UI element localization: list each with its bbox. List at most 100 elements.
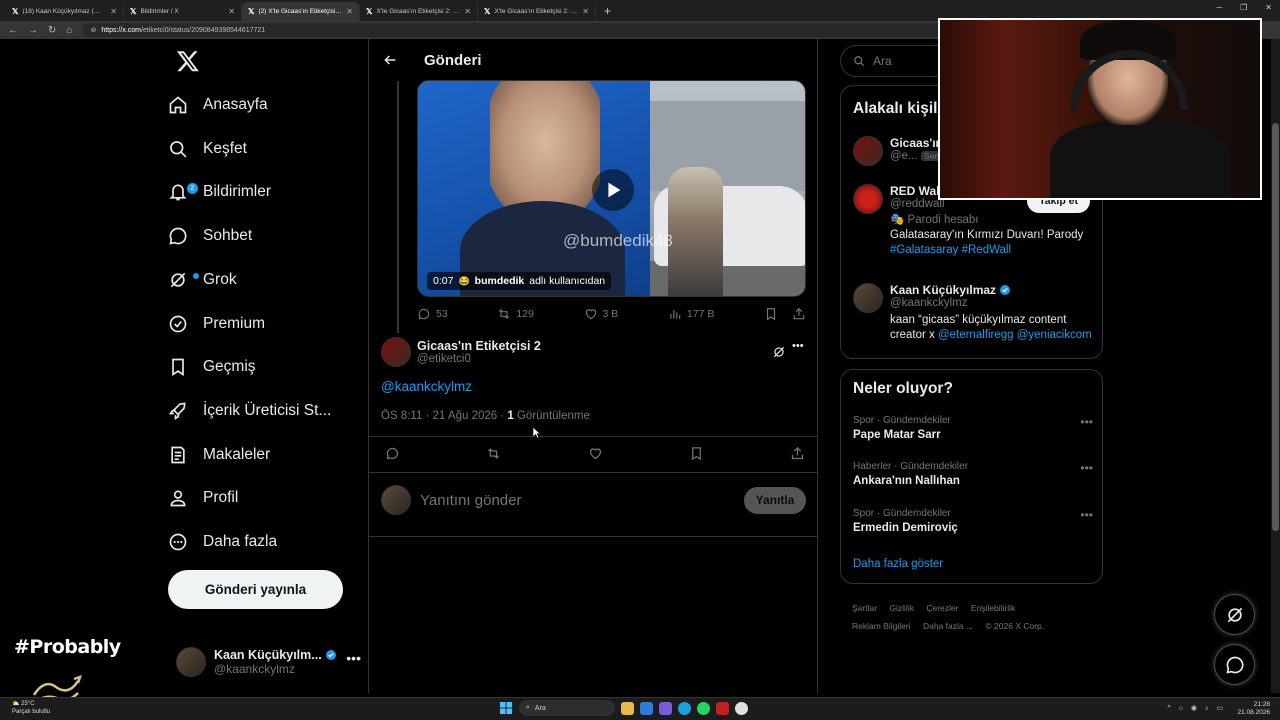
app-icon[interactable] [716, 701, 729, 715]
page-title: Gönderi [424, 51, 482, 69]
whatsapp-icon[interactable] [697, 701, 710, 715]
system-tray-icons[interactable]: ^ ⌂ ◉ ♪ ▭ [1167, 704, 1226, 712]
tweet-body-mention[interactable]: @kaankckylmz [381, 379, 472, 394]
grok-fab[interactable] [1214, 594, 1255, 635]
more-horizontal-icon[interactable]: ••• [1080, 415, 1093, 429]
nav-item-explore[interactable]: Keşfet [168, 131, 247, 167]
nav-item-notifications[interactable]: 2 Bildirimler [168, 174, 271, 210]
more-horizontal-icon[interactable]: ••• [792, 340, 804, 352]
views-action[interactable]: 177 B [668, 307, 714, 321]
reply-input[interactable]: Yanıtını gönder [420, 492, 735, 509]
obs-icon[interactable] [735, 701, 748, 715]
nav-item-bookmarks[interactable]: Geçmiş [168, 349, 256, 385]
trend-item[interactable]: Spor · Gündemdekiler Pape Matar Sarr ••• [853, 415, 1093, 441]
forward-icon[interactable]: → [28, 25, 38, 36]
avatar[interactable] [381, 337, 411, 367]
taskbar-clock[interactable]: 21:28 21.08.2026 [1237, 701, 1270, 717]
footer-link[interactable]: Erişilebilirlik [971, 603, 1015, 613]
windows-start-icon[interactable] [500, 701, 513, 715]
nav-item-creator-studio[interactable]: İçerik Üreticisi St... [168, 393, 331, 429]
x-favicon-icon: 𝕏 [12, 7, 19, 16]
x-logo-icon[interactable] [176, 49, 200, 73]
reply-button[interactable]: Yanıtla [744, 486, 806, 514]
nav-item-home[interactable]: Anasayfa [168, 87, 268, 123]
video-player[interactable]: @bumdedik48 0:07 😂 bumdedik adlı kullanı… [417, 80, 806, 297]
weather-widget[interactable]: ⛅ 25°C Parçalı bulutlu [12, 700, 50, 716]
more-horizontal-icon[interactable]: ••• [1080, 461, 1093, 475]
footer-link[interactable]: Şartlar [852, 603, 877, 613]
footer-link[interactable]: Çerezler [926, 603, 958, 613]
footer-link[interactable]: Daha fazla ... [923, 621, 973, 631]
back-icon[interactable]: ← [8, 25, 18, 36]
heart-icon [585, 309, 596, 320]
close-icon[interactable]: ✕ [110, 7, 117, 16]
close-icon[interactable]: ✕ [346, 7, 353, 16]
bookmark-icon[interactable] [689, 446, 704, 461]
close-icon[interactable]: ✕ [582, 7, 589, 16]
edge-icon[interactable] [678, 701, 691, 715]
nav-item-articles[interactable]: Makaleler [168, 437, 270, 473]
bookmark-icon[interactable] [764, 307, 778, 321]
nav-item-premium[interactable]: Premium [168, 306, 265, 342]
heart-icon[interactable] [588, 446, 603, 461]
close-window-icon[interactable]: ✕ [1265, 3, 1272, 12]
home-icon[interactable]: ⌂ [66, 25, 72, 36]
browser-tab[interactable]: 𝕏 Bildirimler / X ✕ [124, 2, 242, 21]
store-icon[interactable] [640, 701, 653, 715]
maximize-icon[interactable]: ❐ [1240, 3, 1247, 12]
card-title: Neler oluyor? [853, 380, 953, 397]
trend-item[interactable]: Spor · Gündemdekiler Ermedin Demiroviç •… [853, 508, 1093, 534]
grok-icon[interactable] [772, 345, 786, 359]
browser-tab-active[interactable]: 𝕏(2) X'te Gicaas'ın Etiketçisi 2: "@ka✕ [242, 2, 360, 21]
show-more-link[interactable]: Daha fazla göster [853, 558, 943, 570]
browser-tab[interactable]: 𝕏(18) Kaan Küçükyılmaz (@kaankc✕ [6, 2, 124, 21]
back-arrow-icon[interactable] [382, 52, 398, 68]
footer-links: Şartlar Gizlilik Çerezler Erişilebilirli… [852, 599, 1092, 635]
repost-action[interactable]: 129 [497, 307, 534, 321]
file-explorer-icon[interactable] [621, 701, 634, 715]
close-icon[interactable]: ✕ [464, 7, 471, 16]
author-name[interactable]: Gicaas'ın Etiketçisi 2 [417, 339, 541, 353]
messages-fab[interactable] [1214, 644, 1255, 685]
avatar [176, 647, 206, 677]
bio-hashtags[interactable]: #Galatasaray #RedWall [890, 244, 1011, 256]
repost-icon[interactable] [486, 446, 501, 461]
more-horizontal-icon[interactable]: ••• [1080, 508, 1093, 522]
footer-link[interactable]: Reklam Bilgileri [852, 621, 911, 631]
reply-icon[interactable] [385, 446, 400, 461]
url-field[interactable]: ⊜ https://x.com/etiketci0/status/2090849… [82, 23, 963, 37]
site-info-icon[interactable]: ⊜ [90, 26, 96, 34]
new-tab-icon[interactable]: + [596, 2, 619, 21]
video-person [668, 167, 723, 296]
tweet-timestamp[interactable]: ÖS 8:11 · 21 Ağu 2026 · [381, 410, 507, 422]
author-handle[interactable]: @etiketci0 [417, 353, 541, 365]
close-icon[interactable]: ✕ [228, 7, 235, 16]
like-action[interactable]: 3 B [584, 307, 618, 321]
browser-tab[interactable]: 𝕏X'te Gicaas'ın Etiketçisi 2: "@vubb ✕ [478, 2, 596, 21]
nav-item-grok[interactable]: Grok [168, 262, 237, 298]
account-switcher[interactable]: Kaan Küçükyılm... @kaankckylmz ••• [176, 644, 361, 680]
footer-link[interactable]: Gizlilik [889, 603, 914, 613]
person-handle-row: @e... Seni [890, 150, 944, 162]
bio-links[interactable]: @eternalfiregg @yeniacikcom [938, 329, 1092, 341]
scrollbar-thumb[interactable] [1272, 123, 1279, 531]
nav-item-chat[interactable]: Sohbet [168, 218, 252, 254]
more-horizontal-icon[interactable]: ••• [346, 650, 361, 666]
discord-icon[interactable] [659, 701, 672, 715]
account-handle: @kaankckylmz [214, 662, 295, 676]
share-icon[interactable] [792, 307, 806, 321]
share-icon[interactable] [790, 446, 805, 461]
taskbar-search[interactable]: ⌕ Ara [519, 700, 615, 716]
post-button[interactable]: Gönderi yayınla [168, 570, 343, 609]
reply-action[interactable]: 53 [417, 307, 448, 321]
url-domain: https://x.com [101, 26, 141, 34]
reload-icon[interactable]: ↻ [48, 25, 56, 36]
play-button[interactable] [592, 169, 634, 211]
page-scrollbar[interactable] [1271, 39, 1280, 693]
browser-tab[interactable]: 𝕏X'te Gicaas'ın Etiketçisi 2: "@equi ✕ [360, 2, 478, 21]
nav-item-more[interactable]: Daha fazla [168, 524, 277, 560]
person-item[interactable]: Kaan Küçükyılmaz @kaankckylmz kaan “gica… [853, 283, 1098, 343]
trend-item[interactable]: Haberler · Gündemdekiler Ankara'nın Nall… [853, 461, 1093, 487]
minimize-icon[interactable]: ─ [1216, 3, 1222, 12]
nav-item-profile[interactable]: Profil [168, 480, 238, 516]
